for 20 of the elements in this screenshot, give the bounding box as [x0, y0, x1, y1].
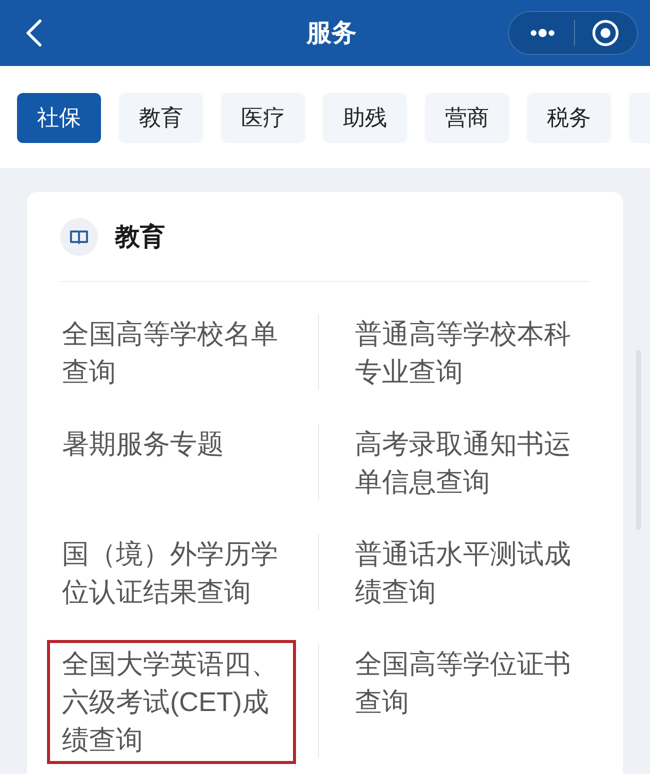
page-title: 服务	[306, 18, 356, 49]
tab[interactable]: 助残	[323, 93, 407, 143]
service-link[interactable]: 暑期服务专题	[47, 420, 296, 468]
book-icon	[60, 218, 98, 256]
more-icon[interactable]	[530, 28, 556, 38]
tab[interactable]: 医疗	[221, 93, 305, 143]
tab[interactable]: 社保	[17, 93, 101, 143]
service-link[interactable]: 国（境）外学历学位认证结果查询	[47, 530, 296, 616]
service-link[interactable]: 全国大学英语四、六级考试(CET)成绩查询	[47, 640, 296, 764]
section-title: 教育	[115, 222, 165, 253]
service-link[interactable]: 普通话水平测试成绩查询	[340, 530, 589, 616]
service-link[interactable]: 高考录取通知书运单信息查询	[340, 420, 589, 506]
tab[interactable]: 税务	[527, 93, 611, 143]
service-link[interactable]: 全国高等学校名单查询	[47, 310, 296, 396]
back-icon[interactable]	[25, 19, 43, 47]
tab[interactable]: 营商	[425, 93, 509, 143]
tab[interactable]: 教育	[119, 93, 203, 143]
service-link[interactable]: 普通高等学校本科专业查询	[340, 310, 589, 396]
target-icon[interactable]	[592, 18, 619, 48]
service-link[interactable]: 全国高等学位证书查询	[340, 640, 589, 726]
